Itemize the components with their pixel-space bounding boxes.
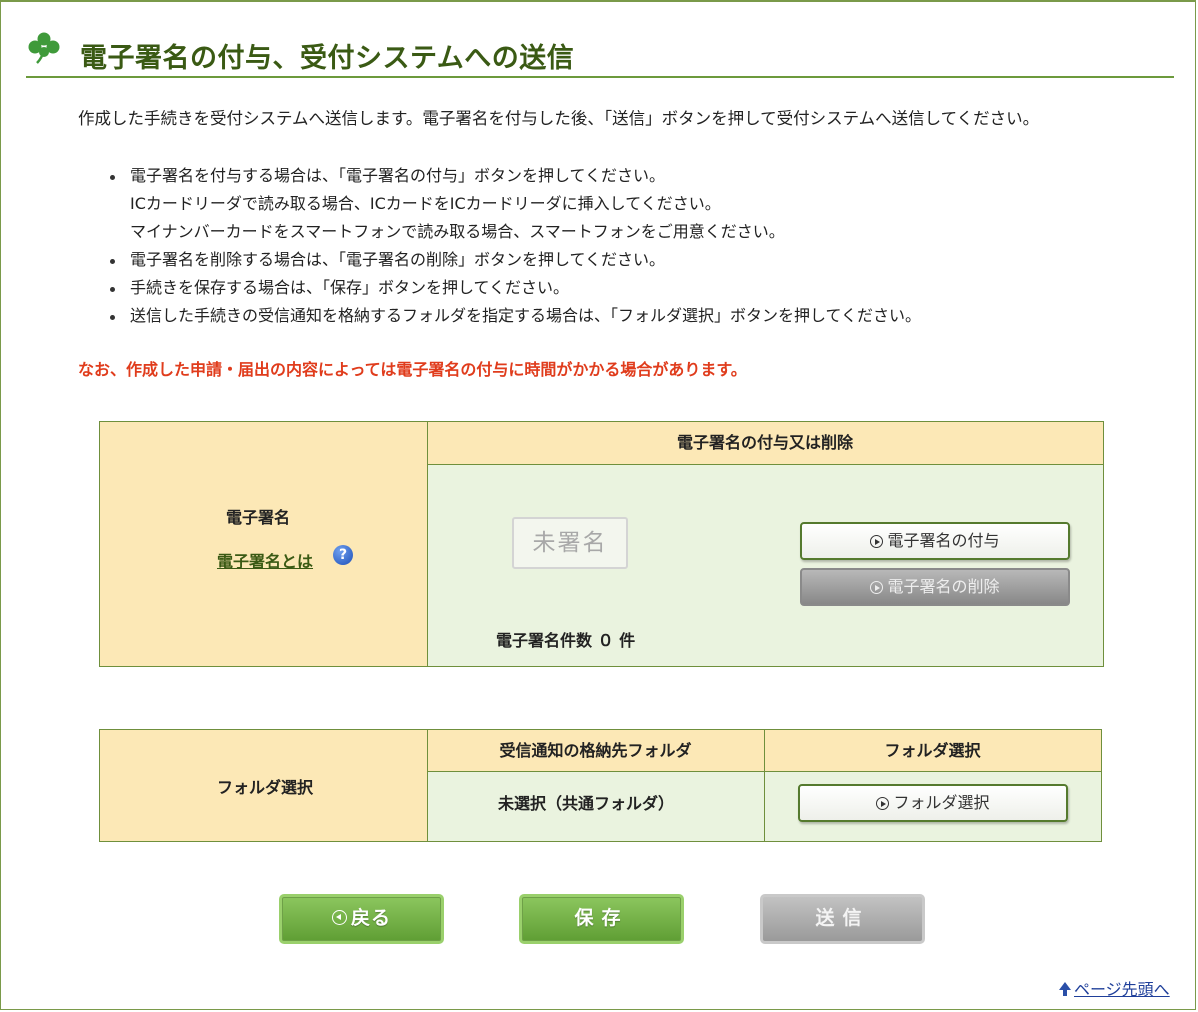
clover-icon (28, 32, 60, 64)
list-item: 電子署名を付与する場合は、「電子署名の付与」ボタンを押してください。 ICカード… (108, 162, 921, 246)
note-folder: 送信した手続きの受信通知を格納するフォルダを指定する場合は、「フォルダ選択」ボタ… (130, 306, 922, 325)
back-arrow-icon (331, 910, 347, 925)
save-label: 保存 (574, 907, 629, 929)
play-circle-icon (870, 581, 884, 594)
delete-signature-button[interactable]: 電子署名の削除 (800, 568, 1070, 606)
divider (427, 422, 428, 666)
unsigned-stamp: 未署名 (512, 517, 628, 569)
list-item: 電子署名を削除する場合は、「電子署名の削除」ボタンを押してください。 (108, 246, 921, 274)
help-icon[interactable]: ? (333, 545, 353, 565)
note-delete-signature: 電子署名を削除する場合は、「電子署名の削除」ボタンを押してください。 (130, 250, 666, 269)
folder-destination-header-text: 受信通知の格納先フォルダ (499, 741, 692, 760)
save-button[interactable]: 保存 (519, 894, 684, 944)
select-folder-label: フォルダ選択 (893, 793, 990, 812)
folder-row-label: フォルダ選択 (217, 778, 314, 797)
warning-text: なお、作成した申請・届出の内容によっては電子署名の付与に時間がかかる場合がありま… (78, 360, 747, 379)
signature-column-header-text: 電子署名の付与又は削除 (676, 433, 853, 452)
list-item: 手続きを保存する場合は、「保存」ボタンを押してください。 (108, 274, 921, 302)
page-top-link[interactable]: ページ先頭へ (1058, 976, 1170, 1000)
send-label: 送信 (815, 907, 870, 929)
folder-destination-header: 受信通知の格納先フォルダ (427, 730, 764, 771)
back-label: 戻る (350, 907, 391, 929)
delete-signature-label: 電子署名の削除 (887, 577, 1000, 596)
divider (427, 730, 428, 841)
note-save: 手続きを保存する場合は、「保存」ボタンを押してください。 (130, 278, 570, 297)
divider (764, 730, 765, 841)
signature-count: 電子署名件数 ０ 件 (496, 631, 636, 650)
select-folder-button[interactable]: フォルダ選択 (798, 784, 1068, 822)
back-button[interactable]: 戻る (279, 894, 444, 944)
add-signature-button[interactable]: 電子署名の付与 (800, 522, 1070, 560)
page-header: 電子署名の付与、受付システムへの送信 (26, 24, 1174, 78)
signature-row-label: 電子署名 (226, 508, 291, 527)
divider (427, 464, 1103, 465)
arrow-up-icon (1059, 982, 1071, 996)
note-add-signature: 電子署名を付与する場合は、「電子署名の付与」ボタンを押してください。 (130, 166, 666, 185)
add-signature-label: 電子署名の付与 (887, 531, 1000, 550)
divider (427, 771, 1101, 772)
signature-help-link[interactable]: 電子署名とは (217, 548, 313, 572)
folder-select-header: フォルダ選択 (764, 730, 1101, 771)
play-circle-icon (870, 535, 884, 548)
signature-label-cell (100, 422, 427, 666)
instruction-list: 電子署名を付与する場合は、「電子署名の付与」ボタンを押してください。 ICカード… (108, 162, 921, 330)
folder-select-header-text: フォルダ選択 (884, 741, 981, 760)
page-title: 電子署名の付与、受付システムへの送信 (80, 43, 575, 74)
list-item: 送信した手続きの受信通知を格納するフォルダを指定する場合は、「フォルダ選択」ボタ… (108, 302, 921, 330)
send-button[interactable]: 送信 (760, 894, 925, 944)
current-folder-value: 未選択（共通フォルダ） (498, 794, 675, 813)
signature-column-header: 電子署名の付与又は削除 (427, 422, 1103, 464)
page-top-label: ページ先頭へ (1074, 980, 1170, 999)
note-smartphone: マイナンバーカードをスマートフォンで読み取る場合、スマートフォンをご用意ください… (130, 222, 785, 241)
note-ic-card: ICカードリーダで読み取る場合、ICカードをICカードリーダに挿入してください。 (130, 194, 721, 213)
intro-text: 作成した手続きを受付システムへ送信します。電子署名を付与した後、「送信」ボタンを… (78, 109, 1040, 128)
play-circle-icon (876, 797, 890, 810)
